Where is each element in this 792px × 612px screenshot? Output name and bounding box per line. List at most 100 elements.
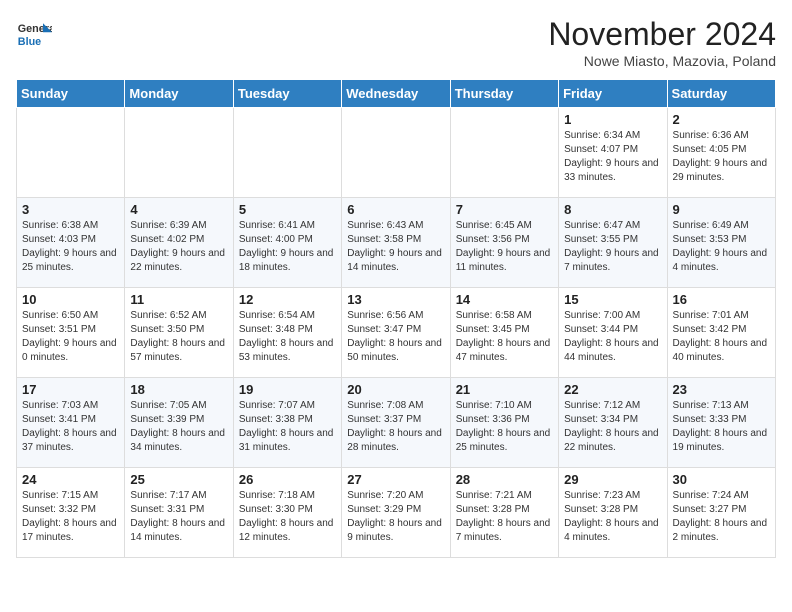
day-info: Sunrise: 6:50 AM Sunset: 3:51 PM Dayligh… bbox=[22, 309, 119, 365]
day-number: 18 bbox=[130, 382, 227, 397]
day-number: 13 bbox=[347, 292, 444, 307]
day-header-wednesday: Wednesday bbox=[342, 80, 450, 108]
day-number: 29 bbox=[564, 472, 661, 487]
calendar-cell: 22Sunrise: 7:12 AM Sunset: 3:34 PM Dayli… bbox=[559, 378, 667, 468]
day-info: Sunrise: 6:45 AM Sunset: 3:56 PM Dayligh… bbox=[456, 219, 553, 275]
header: General Blue November 2024 Nowe Miasto, … bbox=[16, 16, 776, 69]
day-number: 5 bbox=[239, 202, 336, 217]
day-number: 6 bbox=[347, 202, 444, 217]
day-number: 25 bbox=[130, 472, 227, 487]
day-info: Sunrise: 6:56 AM Sunset: 3:47 PM Dayligh… bbox=[347, 309, 444, 365]
day-info: Sunrise: 6:54 AM Sunset: 3:48 PM Dayligh… bbox=[239, 309, 336, 365]
day-info: Sunrise: 7:10 AM Sunset: 3:36 PM Dayligh… bbox=[456, 399, 553, 455]
day-number: 17 bbox=[22, 382, 119, 397]
calendar-cell bbox=[342, 108, 450, 198]
day-info: Sunrise: 7:13 AM Sunset: 3:33 PM Dayligh… bbox=[673, 399, 770, 455]
calendar-cell: 3 Sunrise: 6:38 AM Sunset: 4:03 PM Daylig… bbox=[17, 198, 125, 288]
calendar-cell: 8Sunrise: 6:47 AM Sunset: 3:55 PM Daylig… bbox=[559, 198, 667, 288]
calendar-cell: 11 Sunrise: 6:52 AM Sunset: 3:50 PM Dayli… bbox=[125, 288, 233, 378]
day-info: Sunrise: 6:41 AM Sunset: 4:00 PM Dayligh… bbox=[239, 219, 336, 275]
day-number: 19 bbox=[239, 382, 336, 397]
day-number: 9 bbox=[673, 202, 770, 217]
day-info: Sunrise: 6:38 AM Sunset: 4:03 PM Dayligh… bbox=[22, 219, 119, 275]
calendar-cell: 29Sunrise: 7:23 AM Sunset: 3:28 PM Dayli… bbox=[559, 468, 667, 558]
header-row: SundayMondayTuesdayWednesdayThursdayFrid… bbox=[17, 80, 776, 108]
day-number: 30 bbox=[673, 472, 770, 487]
day-number: 4 bbox=[130, 202, 227, 217]
day-info: Sunrise: 7:17 AM Sunset: 3:31 PM Dayligh… bbox=[130, 489, 227, 545]
calendar-table: SundayMondayTuesdayWednesdayThursdayFrid… bbox=[16, 79, 776, 558]
calendar-cell: 6 Sunrise: 6:43 AM Sunset: 3:58 PM Daylig… bbox=[342, 198, 450, 288]
day-number: 23 bbox=[673, 382, 770, 397]
title-area: November 2024 Nowe Miasto, Mazovia, Pola… bbox=[548, 16, 776, 69]
day-number: 12 bbox=[239, 292, 336, 307]
day-number: 15 bbox=[564, 292, 661, 307]
day-header-friday: Friday bbox=[559, 80, 667, 108]
calendar-cell: 5 Sunrise: 6:41 AM Sunset: 4:00 PM Daylig… bbox=[233, 198, 341, 288]
week-row-1: 1 Sunrise: 6:34 AM Sunset: 4:07 PM Daylig… bbox=[17, 108, 776, 198]
day-info: Sunrise: 7:18 AM Sunset: 3:30 PM Dayligh… bbox=[239, 489, 336, 545]
calendar-cell: 7 Sunrise: 6:45 AM Sunset: 3:56 PM Daylig… bbox=[450, 198, 558, 288]
day-info: Sunrise: 7:15 AM Sunset: 3:32 PM Dayligh… bbox=[22, 489, 119, 545]
day-number: 28 bbox=[456, 472, 553, 487]
week-row-2: 3 Sunrise: 6:38 AM Sunset: 4:03 PM Daylig… bbox=[17, 198, 776, 288]
day-number: 16 bbox=[673, 292, 770, 307]
day-number: 11 bbox=[130, 292, 227, 307]
calendar-cell bbox=[233, 108, 341, 198]
day-header-saturday: Saturday bbox=[667, 80, 775, 108]
day-info: Sunrise: 6:43 AM Sunset: 3:58 PM Dayligh… bbox=[347, 219, 444, 275]
day-info: Sunrise: 7:05 AM Sunset: 3:39 PM Dayligh… bbox=[130, 399, 227, 455]
calendar-cell: 21Sunrise: 7:10 AM Sunset: 3:36 PM Dayli… bbox=[450, 378, 558, 468]
day-info: Sunrise: 7:00 AM Sunset: 3:44 PM Dayligh… bbox=[564, 309, 661, 365]
location-subtitle: Nowe Miasto, Mazovia, Poland bbox=[548, 53, 776, 69]
day-number: 2 bbox=[673, 112, 770, 127]
calendar-cell: 10Sunrise: 6:50 AM Sunset: 3:51 PM Dayli… bbox=[17, 288, 125, 378]
calendar-cell: 16 Sunrise: 7:01 AM Sunset: 3:42 PM Dayli… bbox=[667, 288, 775, 378]
calendar-cell: 2 Sunrise: 6:36 AM Sunset: 4:05 PM Daylig… bbox=[667, 108, 775, 198]
day-header-thursday: Thursday bbox=[450, 80, 558, 108]
day-info: Sunrise: 7:01 AM Sunset: 3:42 PM Dayligh… bbox=[673, 309, 770, 365]
day-info: Sunrise: 6:49 AM Sunset: 3:53 PM Dayligh… bbox=[673, 219, 770, 275]
logo-icon: General Blue bbox=[16, 16, 52, 52]
calendar-cell: 15 Sunrise: 7:00 AM Sunset: 3:44 PM Dayli… bbox=[559, 288, 667, 378]
month-title: November 2024 bbox=[548, 16, 776, 53]
day-info: Sunrise: 6:52 AM Sunset: 3:50 PM Dayligh… bbox=[130, 309, 227, 365]
day-header-tuesday: Tuesday bbox=[233, 80, 341, 108]
calendar-cell: 19 Sunrise: 7:07 AM Sunset: 3:38 PM Dayli… bbox=[233, 378, 341, 468]
calendar-cell: 13 Sunrise: 6:56 AM Sunset: 3:47 PM Dayli… bbox=[342, 288, 450, 378]
week-row-4: 17 Sunrise: 7:03 AM Sunset: 3:41 PM Dayli… bbox=[17, 378, 776, 468]
day-info: Sunrise: 7:24 AM Sunset: 3:27 PM Dayligh… bbox=[673, 489, 770, 545]
day-number: 27 bbox=[347, 472, 444, 487]
calendar-cell: 25 Sunrise: 7:17 AM Sunset: 3:31 PM Dayli… bbox=[125, 468, 233, 558]
day-info: Sunrise: 7:12 AM Sunset: 3:34 PM Dayligh… bbox=[564, 399, 661, 455]
calendar-cell: 12 Sunrise: 6:54 AM Sunset: 3:48 PM Dayli… bbox=[233, 288, 341, 378]
day-number: 8 bbox=[564, 202, 661, 217]
day-number: 20 bbox=[347, 382, 444, 397]
svg-text:Blue: Blue bbox=[18, 36, 41, 48]
calendar-cell: 14Sunrise: 6:58 AM Sunset: 3:45 PM Dayli… bbox=[450, 288, 558, 378]
calendar-cell: 18 Sunrise: 7:05 AM Sunset: 3:39 PM Dayli… bbox=[125, 378, 233, 468]
calendar-cell: 1 Sunrise: 6:34 AM Sunset: 4:07 PM Daylig… bbox=[559, 108, 667, 198]
day-info: Sunrise: 7:08 AM Sunset: 3:37 PM Dayligh… bbox=[347, 399, 444, 455]
calendar-cell: 24Sunrise: 7:15 AM Sunset: 3:32 PM Dayli… bbox=[17, 468, 125, 558]
calendar-cell: 28Sunrise: 7:21 AM Sunset: 3:28 PM Dayli… bbox=[450, 468, 558, 558]
day-info: Sunrise: 6:34 AM Sunset: 4:07 PM Dayligh… bbox=[564, 129, 661, 185]
day-number: 7 bbox=[456, 202, 553, 217]
day-info: Sunrise: 7:07 AM Sunset: 3:38 PM Dayligh… bbox=[239, 399, 336, 455]
calendar-cell: 26 Sunrise: 7:18 AM Sunset: 3:30 PM Dayli… bbox=[233, 468, 341, 558]
calendar-cell: 4Sunrise: 6:39 AM Sunset: 4:02 PM Daylig… bbox=[125, 198, 233, 288]
day-info: Sunrise: 7:03 AM Sunset: 3:41 PM Dayligh… bbox=[22, 399, 119, 455]
day-number: 26 bbox=[239, 472, 336, 487]
day-info: Sunrise: 6:58 AM Sunset: 3:45 PM Dayligh… bbox=[456, 309, 553, 365]
day-number: 3 bbox=[22, 202, 119, 217]
calendar-cell bbox=[17, 108, 125, 198]
day-number: 1 bbox=[564, 112, 661, 127]
calendar-cell: 17 Sunrise: 7:03 AM Sunset: 3:41 PM Dayli… bbox=[17, 378, 125, 468]
calendar-cell: 27 Sunrise: 7:20 AM Sunset: 3:29 PM Dayli… bbox=[342, 468, 450, 558]
day-info: Sunrise: 7:20 AM Sunset: 3:29 PM Dayligh… bbox=[347, 489, 444, 545]
day-info: Sunrise: 6:36 AM Sunset: 4:05 PM Dayligh… bbox=[673, 129, 770, 185]
calendar-cell: 30 Sunrise: 7:24 AM Sunset: 3:27 PM Dayli… bbox=[667, 468, 775, 558]
calendar-cell bbox=[450, 108, 558, 198]
day-header-monday: Monday bbox=[125, 80, 233, 108]
logo: General Blue bbox=[16, 16, 52, 52]
